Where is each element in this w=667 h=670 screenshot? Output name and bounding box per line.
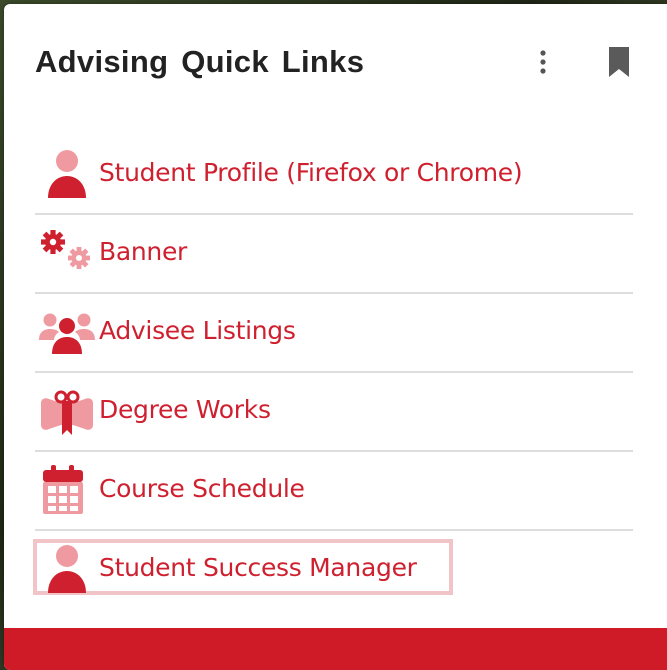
card-title: Advising Quick Links bbox=[35, 44, 365, 79]
gears-icon bbox=[41, 230, 90, 269]
link-course-schedule[interactable]: Course Schedule bbox=[35, 452, 633, 531]
link-label: Student Profile (Firefox or Chrome) bbox=[99, 158, 523, 187]
card-footer-bar bbox=[4, 628, 667, 670]
bookmark-icon[interactable] bbox=[605, 45, 633, 79]
link-banner[interactable]: Banner bbox=[35, 215, 633, 294]
card-header: Advising Quick Links bbox=[35, 42, 667, 86]
link-student-profile[interactable]: Student Profile (Firefox or Chrome) bbox=[35, 136, 633, 215]
link-label: Course Schedule bbox=[99, 474, 305, 503]
link-student-success-manager[interactable]: Student Success Manager bbox=[33, 531, 633, 608]
more-vertical-icon[interactable] bbox=[533, 48, 553, 76]
quick-links-card: Advising Quick Links Student Profile (Fi… bbox=[4, 4, 667, 670]
link-label: Student Success Manager bbox=[99, 553, 417, 582]
link-label: Advisee Listings bbox=[99, 316, 296, 345]
users-icon bbox=[39, 313, 95, 354]
user-icon bbox=[48, 545, 86, 593]
user-icon bbox=[48, 150, 86, 198]
link-label: Banner bbox=[99, 237, 188, 266]
link-label: Degree Works bbox=[99, 395, 271, 424]
link-degree-works[interactable]: Degree Works bbox=[35, 373, 633, 452]
diploma-icon bbox=[41, 390, 93, 435]
calendar-icon bbox=[43, 465, 83, 514]
link-advisee-listings[interactable]: Advisee Listings bbox=[35, 294, 633, 373]
quick-links-list: Student Profile (Firefox or Chrome) Bann… bbox=[33, 136, 633, 608]
